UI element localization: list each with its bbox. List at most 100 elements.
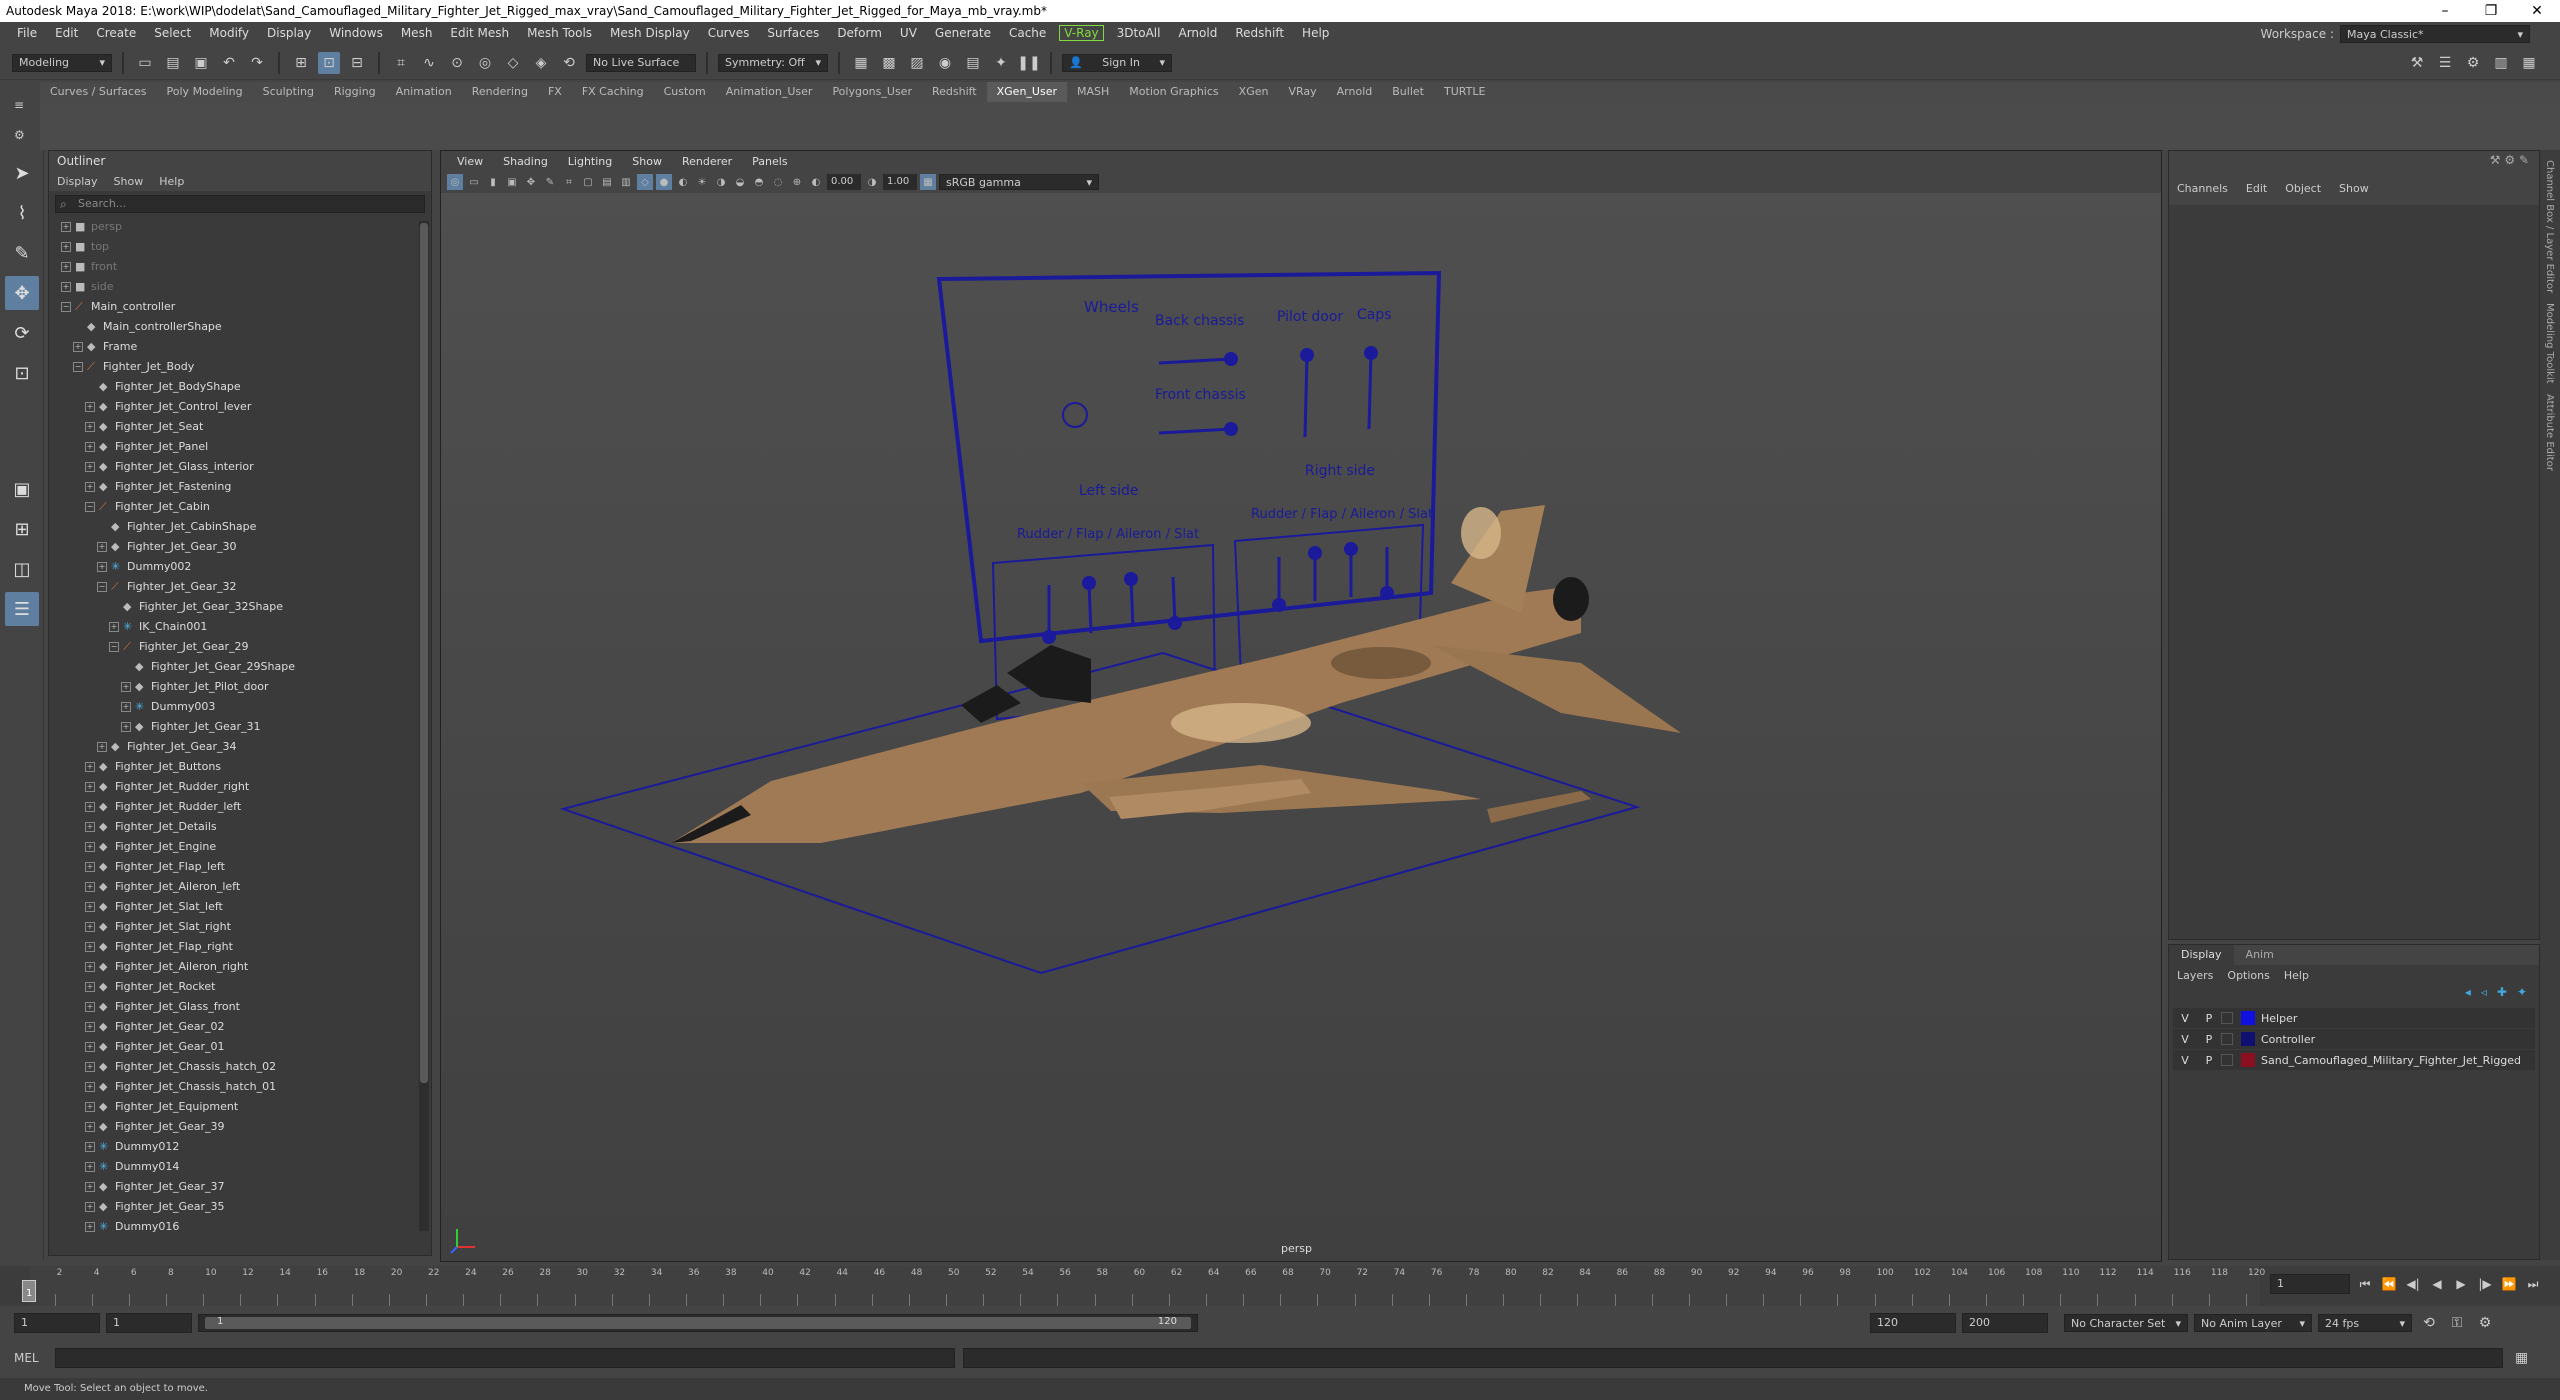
expand-toggle-icon[interactable]: + (121, 702, 131, 712)
layer-color-swatch[interactable] (2241, 1011, 2255, 1025)
snap-live-icon[interactable]: ◈ (530, 52, 552, 74)
expand-toggle-icon[interactable]: + (61, 262, 71, 272)
fighter-jet-model[interactable] (671, 505, 1681, 843)
expand-toggle-icon[interactable]: + (61, 242, 71, 252)
outliner-item[interactable]: + ◆ Frame (49, 337, 421, 357)
outliner-menu-show[interactable]: Show (114, 175, 144, 188)
outliner-menu-display[interactable]: Display (57, 175, 98, 188)
layer-row[interactable]: V P Sand_Camouflaged_Military_Fighter_Jet_… (2173, 1050, 2535, 1070)
snap-curve-icon[interactable]: ∿ (418, 52, 440, 74)
channel-menu-edit[interactable]: Edit (2246, 182, 2267, 195)
snap-point-icon[interactable]: ⊙ (446, 52, 468, 74)
menu-mesh-tools[interactable]: Mesh Tools (518, 26, 601, 40)
expand-toggle-icon[interactable]: + (85, 1162, 95, 1172)
menu-edit[interactable]: Edit (46, 26, 87, 40)
right-tab-1[interactable]: Modeling Toolkit (2544, 303, 2555, 384)
menu-uv[interactable]: UV (891, 26, 926, 40)
shelf-tab-fx-caching[interactable]: FX Caching (572, 82, 654, 102)
layer-menu-help[interactable]: Help (2284, 969, 2309, 982)
shelf-tab-fx[interactable]: FX (538, 82, 572, 102)
scene-render[interactable] (441, 193, 2161, 1261)
outliner-item[interactable]: + ◆ Fighter_Jet_Gear_30 (49, 537, 421, 557)
shelf-menu-icon[interactable]: ≡ (14, 98, 40, 112)
maximize-button[interactable]: ❐ (2468, 3, 2514, 19)
expand-toggle-icon[interactable]: + (85, 862, 95, 872)
anim-layer-dropdown[interactable]: No Anim Layer ▾ (2194, 1314, 2312, 1332)
four-view-icon[interactable]: ⊞ (5, 512, 39, 546)
layer-visibility-toggle[interactable]: V (2173, 1033, 2197, 1046)
undo-icon[interactable]: ↶ (218, 52, 240, 74)
outliner-item[interactable]: + ◆ Fighter_Jet_Rudder_right (49, 777, 421, 797)
layer-tab-anim[interactable]: Anim (2234, 945, 2286, 965)
outliner-item[interactable]: + ✳ Dummy012 (49, 1137, 421, 1157)
shelf-tab-bullet[interactable]: Bullet (1382, 82, 1434, 102)
history-icon[interactable]: ⟲ (558, 52, 580, 74)
expand-toggle-icon[interactable]: − (97, 582, 107, 592)
auto-key-icon[interactable]: ⚿ (2446, 1312, 2468, 1334)
time-slider[interactable]: 2 4 6 8 10 12 14 16 18 20 22 24 26 28 30 32 34 36 38 40 42 44… (0, 1266, 2560, 1306)
outliner-search[interactable]: ⌕ Search... (55, 195, 425, 213)
textured-icon[interactable]: ◐ (675, 174, 691, 190)
expand-toggle-icon[interactable]: + (61, 282, 71, 292)
expand-toggle-icon[interactable]: + (85, 1182, 95, 1192)
menu-arnold[interactable]: Arnold (1169, 26, 1226, 40)
single-view-icon[interactable]: ▣ (5, 472, 39, 506)
expand-toggle-icon[interactable]: + (85, 1042, 95, 1052)
expand-toggle-icon[interactable]: + (85, 1222, 95, 1232)
left-handle-4[interactable] (1168, 616, 1182, 630)
channel-box-icon[interactable]: ▥ (2490, 52, 2512, 74)
outliner-item[interactable]: + ◆ Fighter_Jet_Panel (49, 437, 421, 457)
expand-toggle-icon[interactable]: + (85, 1142, 95, 1152)
outliner-item[interactable]: + ◆ Fighter_Jet_Gear_02 (49, 1017, 421, 1037)
wireframe-icon[interactable]: ◇ (637, 174, 653, 190)
expand-toggle-icon[interactable]: + (61, 222, 71, 232)
snap-projected-icon[interactable]: ◎ (474, 52, 496, 74)
menu-select[interactable]: Select (145, 26, 200, 40)
layer-playback-toggle[interactable]: P (2197, 1012, 2221, 1025)
menu-help[interactable]: Help (1293, 26, 1338, 40)
toolkit-icon[interactable]: ⚒ (2406, 52, 2428, 74)
outliner-item[interactable]: ◆ Fighter_Jet_Gear_32Shape (49, 597, 421, 617)
menu-cache[interactable]: Cache (1000, 26, 1055, 40)
shelf-tab-xgen-user[interactable]: XGen_User (986, 82, 1067, 102)
channel-menu-object[interactable]: Object (2285, 182, 2321, 195)
expand-toggle-icon[interactable]: + (85, 442, 95, 452)
expand-toggle-icon[interactable]: + (97, 542, 107, 552)
shelf-tab-mash[interactable]: MASH (1067, 82, 1119, 102)
viewport-menu-shading[interactable]: Shading (495, 155, 556, 168)
outliner-item[interactable]: + ◆ Fighter_Jet_Gear_35 (49, 1197, 421, 1217)
mel-input[interactable] (54, 1348, 955, 1368)
expand-toggle-icon[interactable]: + (85, 942, 95, 952)
outliner-item[interactable]: + ◆ Fighter_Jet_Seat (49, 417, 421, 437)
expand-toggle-icon[interactable]: + (121, 722, 131, 732)
outliner-item[interactable]: + ◆ Fighter_Jet_Pilot_door (49, 677, 421, 697)
workspace-dropdown[interactable]: Maya Classic* ▾ (2340, 25, 2530, 43)
paint-select-icon[interactable]: ✎ (5, 236, 39, 270)
right-handle-2[interactable] (1308, 546, 1322, 560)
expand-toggle-icon[interactable]: − (61, 302, 71, 312)
hypershade-icon[interactable]: ◉ (934, 52, 956, 74)
shelf-tab-sculpting[interactable]: Sculpting (253, 82, 324, 102)
menu-v-ray[interactable]: V-Ray (1059, 25, 1104, 41)
menuset-dropdown[interactable]: Modeling ▾ (12, 53, 112, 72)
select-tool-icon[interactable]: ➤ (5, 156, 39, 190)
outliner-item[interactable]: + ■ top (49, 237, 421, 257)
expand-toggle-icon[interactable]: + (85, 882, 95, 892)
minimize-button[interactable]: – (2422, 3, 2468, 19)
outliner-item[interactable]: + ◆ Fighter_Jet_Gear_34 (49, 737, 421, 757)
playback-end-field[interactable]: 120 (1870, 1313, 1956, 1333)
select-object-icon[interactable]: ⊡ (318, 51, 340, 74)
grease-pencil-icon[interactable]: ✎ (542, 174, 558, 190)
outliner-item[interactable]: + ◆ Fighter_Jet_Buttons (49, 757, 421, 777)
expand-toggle-icon[interactable]: + (85, 982, 95, 992)
render-settings-icon[interactable]: ▨ (906, 52, 928, 74)
scale-tool-icon[interactable]: ⊡ (5, 356, 39, 390)
front-chassis-handle[interactable] (1224, 422, 1238, 436)
layer-menu-layers[interactable]: Layers (2177, 969, 2213, 982)
outliner-item[interactable]: + ◆ Fighter_Jet_Gear_31 (49, 717, 421, 737)
vray-icon[interactable]: ✦ (990, 52, 1012, 74)
timeline-ticks[interactable]: 2 4 6 8 10 12 14 16 18 20 22 24 26 28 30 32 34 36 38 40 42 44… (30, 1266, 2265, 1306)
shelf-tab-polygons-user[interactable]: Polygons_User (822, 82, 922, 102)
shelf-tab-animation-user[interactable]: Animation_User (716, 82, 823, 102)
bookmark-icon[interactable]: ▮ (485, 174, 501, 190)
